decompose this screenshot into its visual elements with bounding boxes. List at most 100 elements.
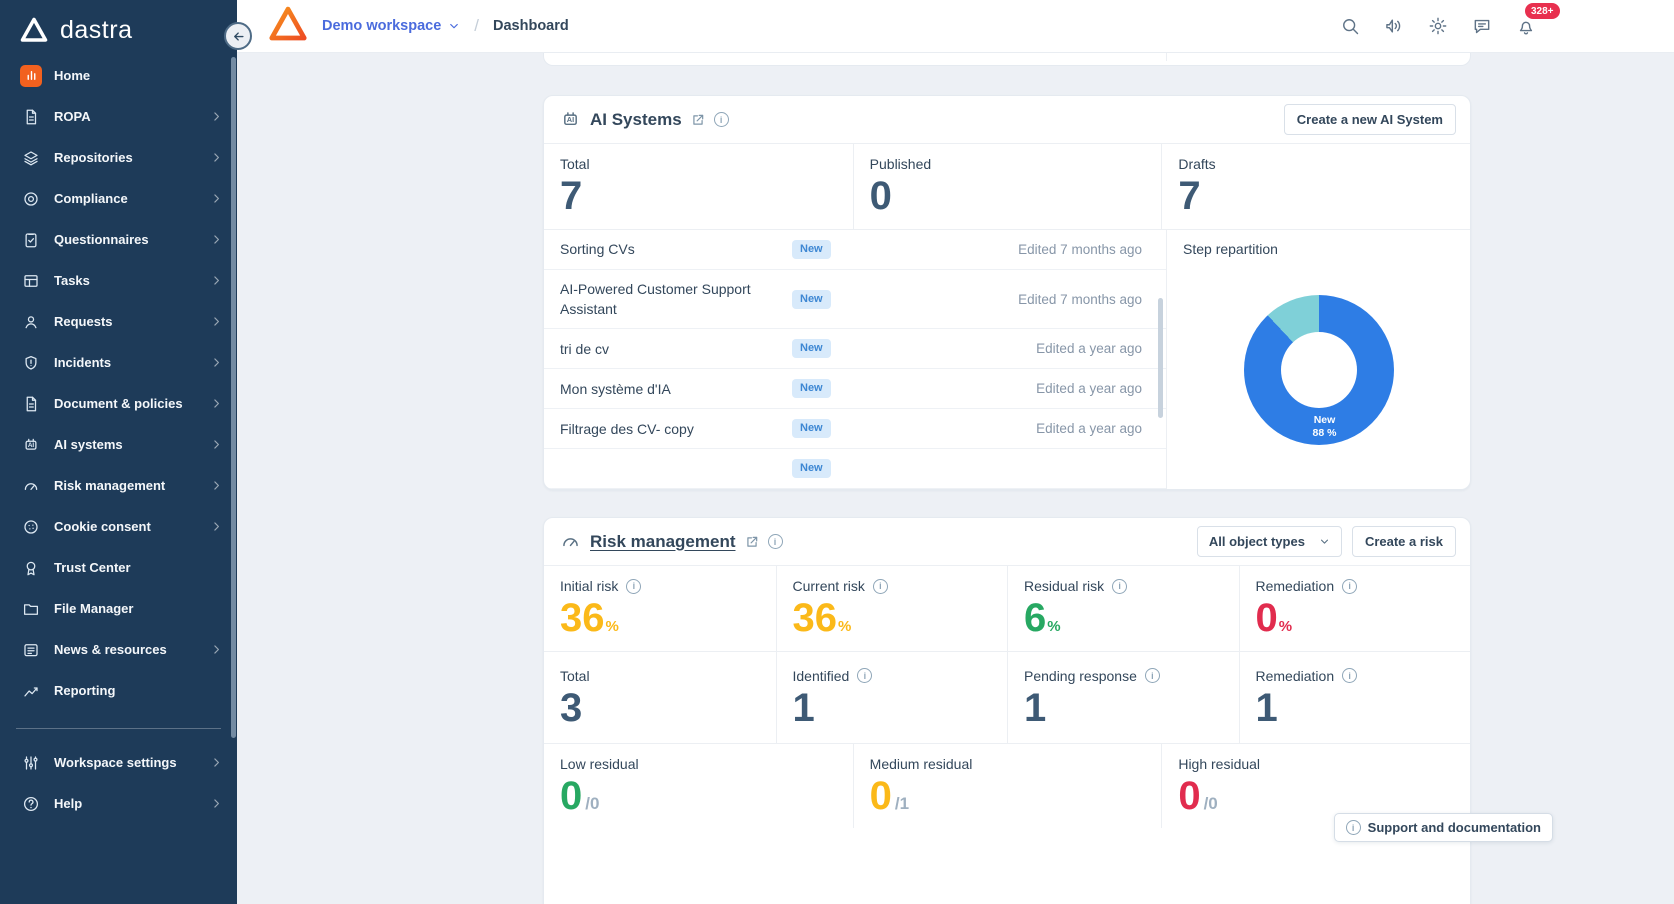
workspace-selector[interactable]: Demo workspace — [322, 18, 460, 34]
search-icon — [1340, 16, 1360, 36]
info-icon[interactable] — [872, 578, 888, 594]
shield-icon — [20, 352, 42, 374]
sidebar-item-ropa[interactable]: ROPA — [0, 96, 237, 137]
risk-count-row: Total 3 Identified 1 Pending response 1 … — [544, 651, 1470, 744]
stat-current-risk: Current risk 36% — [775, 566, 1008, 651]
stat-label: Identified — [792, 667, 850, 684]
list-scrollbar[interactable] — [1158, 297, 1163, 418]
folder-icon — [20, 598, 42, 620]
sidebar-item-risk-management[interactable]: Risk management — [0, 465, 237, 506]
stat-value: 0 — [560, 773, 583, 818]
info-icon[interactable] — [767, 534, 783, 549]
workspace-name: Demo workspace — [322, 18, 442, 34]
sidebar-item-file-manager[interactable]: File Manager — [0, 588, 237, 629]
notifications-badge: 328+ — [1525, 3, 1560, 19]
stat-pending-response: Pending response 1 — [1007, 651, 1239, 743]
sidebar-item-reporting[interactable]: Reporting — [0, 670, 237, 711]
external-link-icon — [745, 535, 759, 549]
info-icon[interactable] — [1342, 668, 1358, 684]
sidebar-nav: Home ROPA Repositories Compliance Questi… — [0, 55, 237, 824]
chevron-down-icon — [448, 20, 460, 32]
stat-fraction: /0 — [1203, 793, 1218, 813]
announcements-button[interactable] — [1384, 16, 1404, 36]
create-ai-system-button[interactable]: Create a new AI System — [1283, 104, 1456, 135]
info-icon[interactable] — [713, 112, 729, 127]
sidebar-item-trust-center[interactable]: Trust Center — [0, 547, 237, 588]
sidebar-item-compliance[interactable]: Compliance — [0, 178, 237, 219]
sidebar-item-repositories[interactable]: Repositories — [0, 137, 237, 178]
sidebar-scrollbar[interactable] — [231, 57, 236, 738]
chat-button[interactable] — [1472, 16, 1492, 36]
support-documentation-button[interactable]: Support and documentation — [1333, 813, 1553, 842]
ai-system-row[interactable]: Mon système d'IA New Edited a year ago — [544, 369, 1166, 410]
sidebar-item-help[interactable]: Help — [0, 783, 237, 824]
stat-label: Total — [560, 156, 590, 172]
edited-timestamp: Edited a year ago — [1036, 341, 1142, 357]
stat-label: Pending response — [1024, 667, 1137, 684]
ai-system-row[interactable]: tri de cv New Edited a year ago — [544, 329, 1166, 370]
sidebar-item-tasks[interactable]: Tasks — [0, 260, 237, 301]
info-icon[interactable] — [626, 578, 642, 594]
newspaper-icon — [20, 639, 42, 661]
new-badge: New — [792, 239, 831, 259]
info-icon[interactable] — [1144, 668, 1160, 684]
risk-management-title-link[interactable]: Risk management — [590, 532, 736, 552]
chevron-right-icon — [210, 756, 223, 769]
sidebar-item-ai-systems[interactable]: AI systems — [0, 424, 237, 465]
stat-total: Total 3 — [544, 652, 776, 743]
stat-value: 7 — [1178, 174, 1201, 218]
donut-label-name: New — [1313, 413, 1336, 426]
object-types-dropdown[interactable]: All object types — [1196, 526, 1342, 557]
new-badge: New — [792, 379, 831, 399]
ai-systems-title-link[interactable]: AI Systems — [590, 110, 682, 130]
sidebar-item-incidents[interactable]: Incidents — [0, 342, 237, 383]
ai-system-row[interactable]: Sorting CVs New Edited 7 months ago — [544, 230, 1166, 270]
sidebar-item-cookie-consent[interactable]: Cookie consent — [0, 506, 237, 547]
gauge-icon — [20, 475, 42, 497]
info-icon[interactable] — [1112, 578, 1128, 594]
stat-value: 1 — [792, 685, 815, 730]
stat-unit: % — [1047, 618, 1061, 635]
sidebar: dastra Home ROPA Repositories Compliance… — [0, 0, 237, 904]
step-repartition-title: Step repartition — [1183, 240, 1278, 257]
new-badge: New — [792, 339, 831, 359]
sidebar-item-label: Home — [54, 68, 91, 83]
sidebar-item-label: File Manager — [54, 601, 134, 616]
dropdown-value: All object types — [1208, 534, 1305, 549]
top-header: Demo workspace / Dashboard 328+ — [237, 0, 1674, 53]
ai-system-row[interactable]: AI-Powered Customer Support Assistant Ne… — [544, 270, 1166, 330]
stat-value: 3 — [560, 685, 583, 730]
ai-system-row[interactable]: Filtrage des CV- copy New Edited a year … — [544, 409, 1166, 450]
search-button[interactable] — [1340, 16, 1360, 36]
info-icon[interactable] — [1342, 578, 1358, 594]
sidebar-collapse-button[interactable] — [224, 22, 252, 50]
notifications-button[interactable]: 328+ — [1516, 3, 1560, 36]
stat-drafts: Drafts 7 — [1161, 144, 1470, 229]
edited-timestamp: Edited 7 months ago — [1018, 241, 1142, 257]
home-icon — [20, 64, 42, 87]
sidebar-item-news-resources[interactable]: News & resources — [0, 629, 237, 670]
sidebar-item-workspace-settings[interactable]: Workspace settings — [0, 742, 237, 783]
sidebar-item-label: Help — [54, 796, 83, 811]
header-actions: 328+ — [1340, 3, 1674, 36]
sidebar-item-label: Repositories — [54, 150, 133, 165]
create-risk-button[interactable]: Create a risk — [1351, 526, 1456, 557]
sidebar-item-requests[interactable]: Requests — [0, 301, 237, 342]
dastra-logo[interactable] — [267, 3, 309, 50]
stat-residual-risk: Residual risk 6% — [1007, 566, 1239, 651]
table-icon — [20, 270, 42, 292]
chevron-right-icon — [210, 356, 223, 369]
ai-system-row[interactable]: New — [544, 449, 1166, 489]
sidebar-item-documents-policies[interactable]: Document & policies — [0, 383, 237, 424]
sidebar-item-home[interactable]: Home — [0, 55, 237, 96]
stat-label: Total — [560, 667, 590, 684]
badge-icon — [20, 557, 42, 579]
chevron-right-icon — [210, 397, 223, 410]
info-icon[interactable] — [857, 668, 873, 684]
chevron-right-icon — [210, 233, 223, 246]
sidebar-item-label: News & resources — [54, 642, 167, 657]
settings-button[interactable] — [1428, 16, 1448, 36]
edited-timestamp: Edited 7 months ago — [1018, 291, 1142, 307]
ai-system-name: Sorting CVs — [560, 241, 635, 258]
sidebar-item-questionnaires[interactable]: Questionnaires — [0, 219, 237, 260]
